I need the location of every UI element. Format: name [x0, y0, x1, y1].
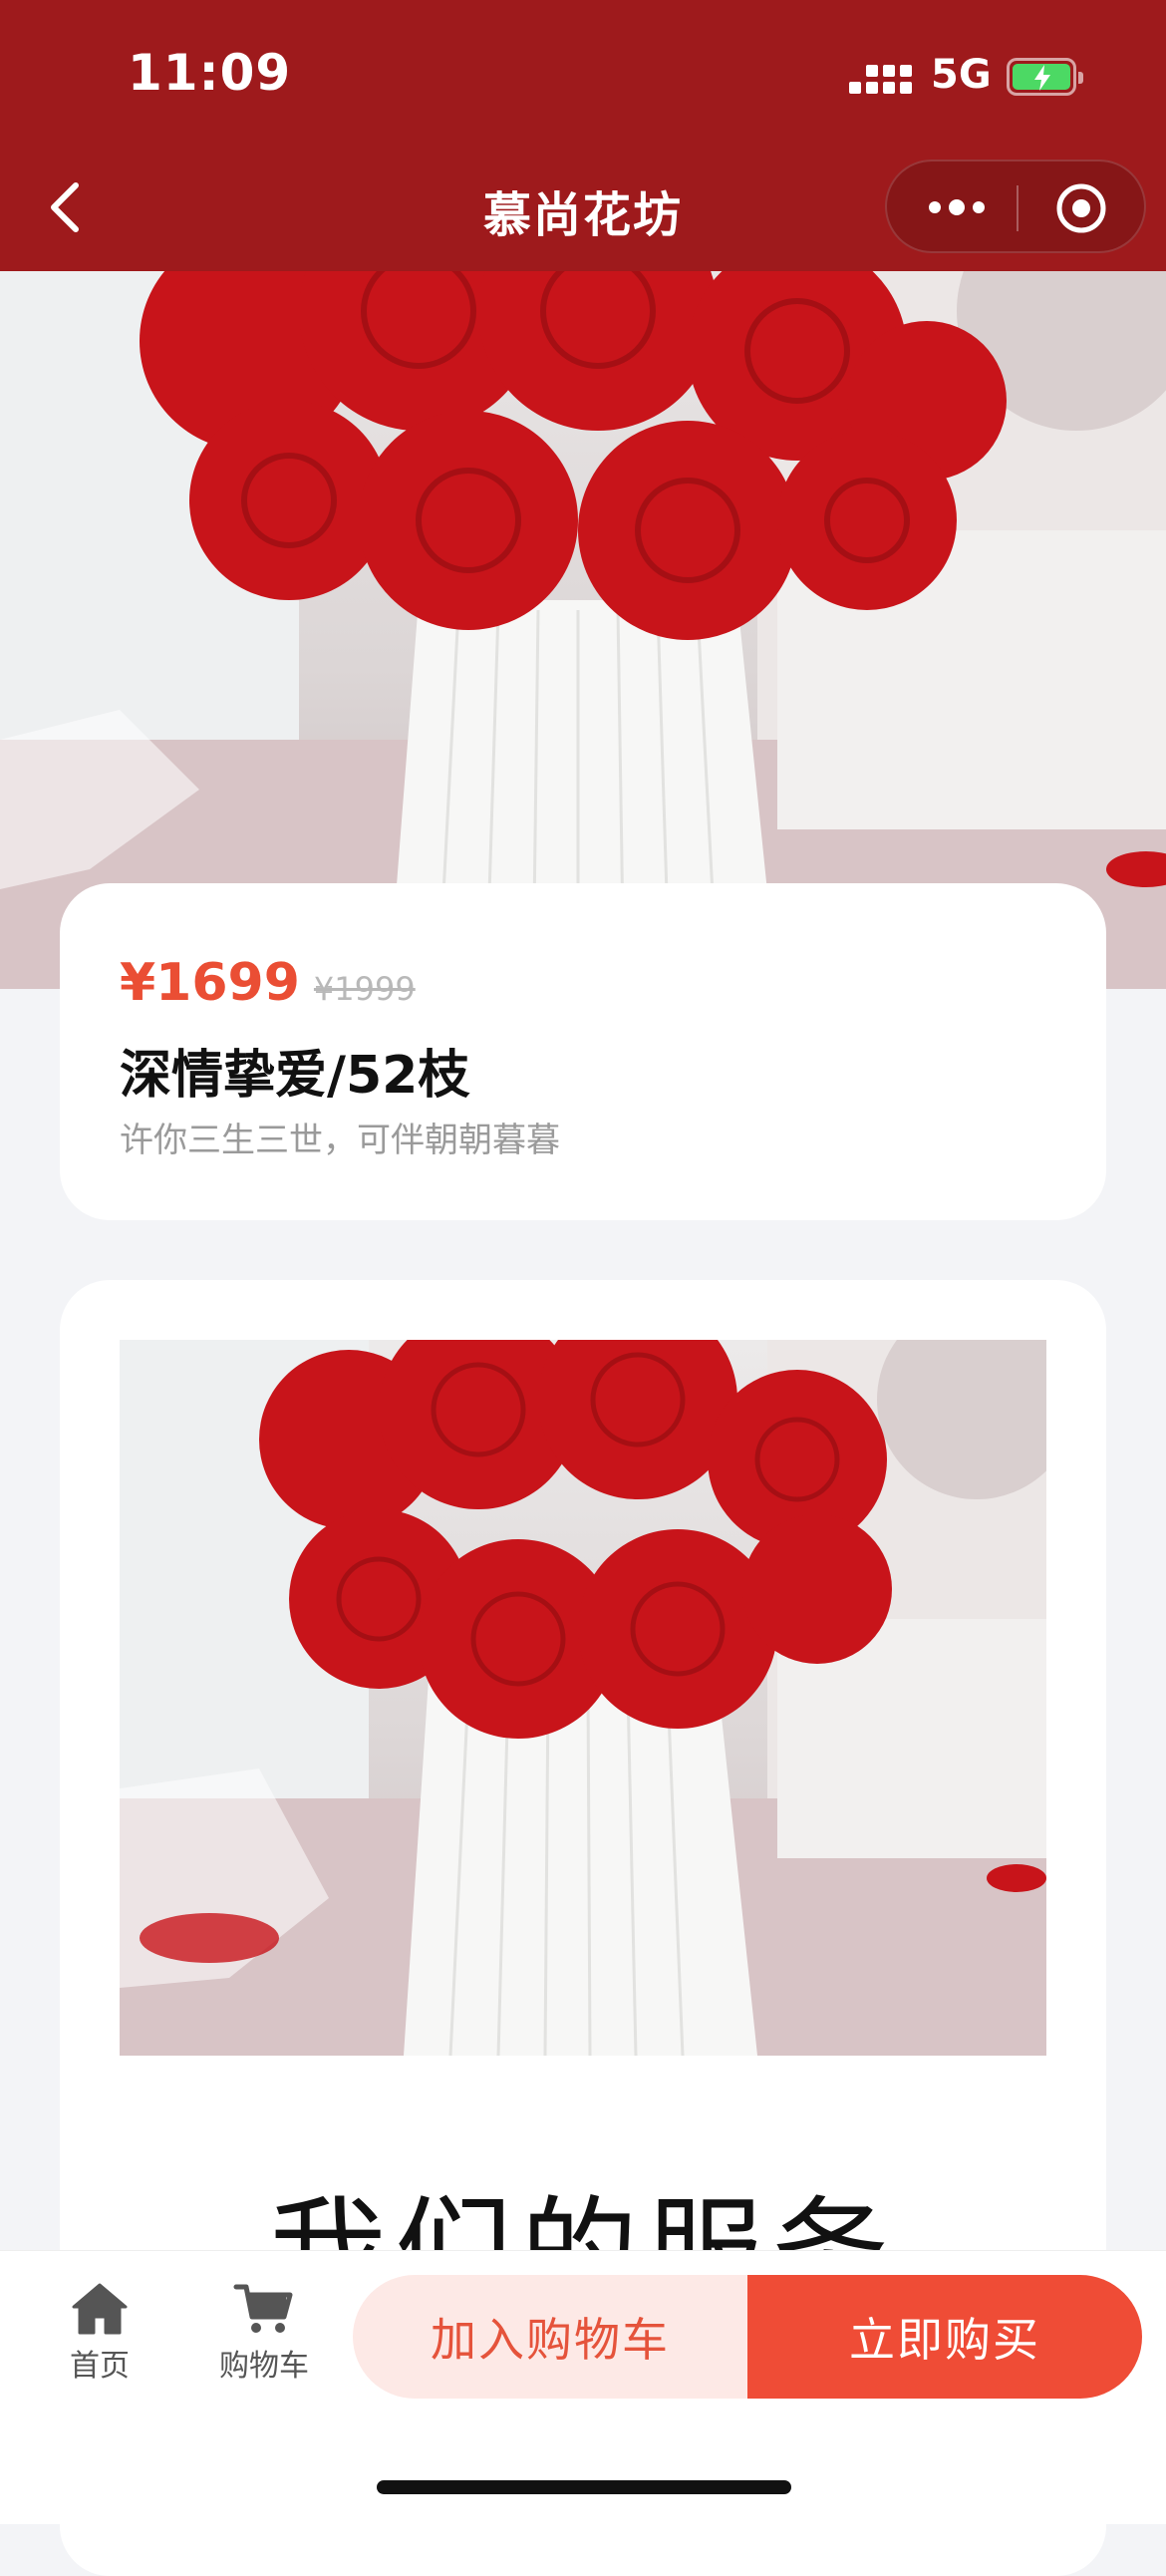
mini-program-capsule — [885, 160, 1146, 253]
purchase-button-group: 加入购物车 立即购买 — [353, 2275, 1142, 2399]
tab-home[interactable]: 首页 — [40, 2281, 159, 2385]
status-time: 11:09 — [128, 44, 292, 102]
buy-now-button[interactable]: 立即购买 — [747, 2275, 1142, 2399]
header: 11:09 5G 慕尚花坊 — [0, 0, 1166, 271]
more-dots-icon[interactable] — [925, 187, 989, 227]
battery-icon — [1007, 58, 1083, 96]
tab-cart[interactable]: 购物车 — [204, 2281, 324, 2385]
original-price: ¥1999 — [313, 970, 416, 1008]
tab-cart-label: 购物车 — [219, 2349, 309, 2384]
product-name: 深情挚爱/52枝 — [120, 1046, 470, 1106]
current-price: ¥1699 — [120, 953, 300, 1013]
product-subtitle: 许你三生三世，可伴朝朝暮暮 — [120, 1121, 560, 1160]
signal-icon — [849, 60, 913, 100]
tab-home-label: 首页 — [70, 2349, 130, 2384]
detail-image — [120, 1340, 1046, 2056]
product-info-card: ¥1699 ¥1999 深情挚爱/52枝 许你三生三世，可伴朝朝暮暮 — [60, 883, 1106, 1220]
network-type: 5G — [931, 52, 992, 98]
capsule-divider — [1017, 185, 1019, 231]
home-icon — [72, 2283, 128, 2335]
product-hero-image — [0, 271, 1166, 989]
target-circle-icon[interactable] — [1054, 181, 1108, 235]
add-to-cart-button[interactable]: 加入购物车 — [353, 2275, 747, 2399]
cart-icon — [233, 2284, 293, 2333]
home-indicator[interactable] — [377, 2480, 791, 2494]
price-row: ¥1699 ¥1999 — [120, 953, 416, 1013]
